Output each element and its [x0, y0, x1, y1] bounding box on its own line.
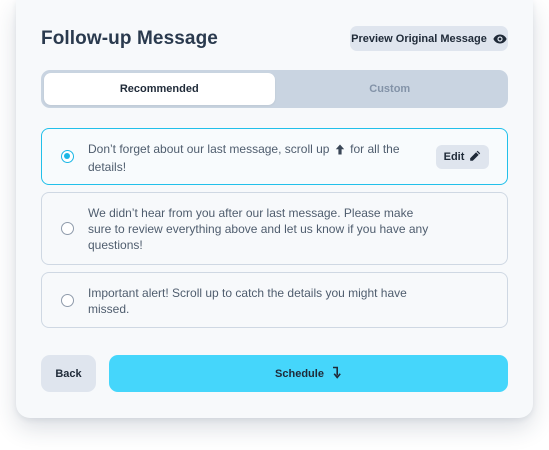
- arrow-up-icon: [335, 143, 345, 159]
- option-3-text: Important alert! Scroll up to catch the …: [88, 285, 448, 317]
- option-2-text: We didn’t hear from you after our last m…: [88, 205, 448, 253]
- turn-down-arrow-icon: [332, 366, 342, 382]
- back-button[interactable]: Back: [41, 355, 96, 392]
- radio-button[interactable]: [61, 222, 74, 235]
- option-2-line-3: questions!: [88, 238, 143, 252]
- radio-button[interactable]: [61, 294, 74, 307]
- option-2-line-1: We didn’t hear from you after our last m…: [88, 206, 414, 220]
- edit-button[interactable]: Edit: [436, 145, 489, 169]
- tab-custom[interactable]: Custom: [275, 73, 506, 105]
- edit-label: Edit: [443, 151, 465, 163]
- page-title: Follow-up Message: [41, 28, 218, 49]
- message-type-tabs: Recommended Custom: [41, 70, 508, 108]
- option-1-line-2: details!: [88, 160, 127, 174]
- option-3-line-1: Important alert! Scroll up to catch the …: [88, 286, 407, 300]
- preview-original-message-button[interactable]: Preview Original Message: [350, 26, 508, 51]
- radio-button-selected[interactable]: [61, 150, 74, 163]
- pencil-icon: [469, 150, 481, 165]
- follow-up-message-card: Follow-up Message Preview Original Messa…: [16, 0, 533, 418]
- option-1-line-1: Don’t forget about our last message, scr…: [88, 141, 408, 159]
- message-option-2[interactable]: We didn’t hear from you after our last m…: [41, 192, 508, 265]
- option-3-line-2: missed.: [88, 302, 130, 316]
- tab-recommended[interactable]: Recommended: [44, 73, 275, 105]
- schedule-button[interactable]: Schedule: [109, 355, 508, 392]
- schedule-label: Schedule: [275, 367, 324, 380]
- option-2-line-2: sure to review everything above and let …: [88, 222, 429, 236]
- option-1-text: Don’t forget about our last message, scr…: [88, 141, 408, 175]
- message-option-3[interactable]: Important alert! Scroll up to catch the …: [41, 272, 508, 328]
- eye-icon: [493, 34, 507, 44]
- message-option-1[interactable]: Don’t forget about our last message, scr…: [41, 128, 508, 185]
- preview-label: Preview Original Message: [351, 32, 487, 45]
